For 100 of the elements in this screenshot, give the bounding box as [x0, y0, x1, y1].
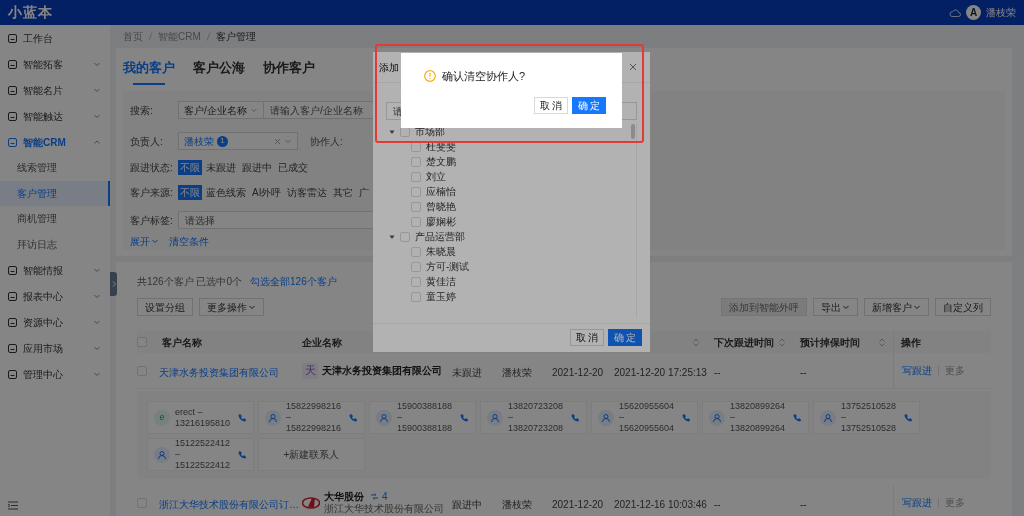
- filter-link[interactable]: 清空条件: [169, 233, 209, 249]
- contact-card[interactable]: 13820723208 – 13820723208: [480, 401, 587, 434]
- tab[interactable]: 客户公海: [193, 55, 245, 81]
- contact-card[interactable]: 15900388188 – 15900388188: [369, 401, 476, 434]
- sidebar-subitem[interactable]: 商机管理: [0, 206, 110, 232]
- checkbox[interactable]: [411, 156, 421, 167]
- phone-icon[interactable]: [571, 413, 580, 422]
- company-full-name: 浙江大华技术股份有限公司: [324, 502, 444, 515]
- filter-label: 负责人:: [130, 134, 164, 149]
- contact-label: 13820723208 – 13820723208: [508, 401, 565, 434]
- cloud-icon: [949, 7, 961, 18]
- close-icon[interactable]: [629, 63, 637, 71]
- phone-icon[interactable]: [682, 413, 691, 422]
- filter-option[interactable]: 已成交: [276, 159, 310, 175]
- user-avatar[interactable]: A: [966, 5, 981, 20]
- tree-item-label: 楚文鹏: [426, 155, 456, 169]
- dialog-button[interactable]: 取 消: [534, 96, 568, 114]
- filter-option[interactable]: 广: [357, 184, 372, 200]
- phone-icon[interactable]: [793, 413, 802, 422]
- caret-down-icon[interactable]: [389, 233, 395, 240]
- checkbox[interactable]: [411, 246, 421, 257]
- toolbar-button[interactable]: 更多操作: [199, 298, 264, 316]
- checkbox[interactable]: [400, 231, 410, 242]
- sort-icon[interactable]: [693, 337, 699, 347]
- customer-link[interactable]: 天津水务投资集团有限公司: [159, 366, 279, 378]
- filter-option[interactable]: 其它: [331, 184, 356, 200]
- sidebar-subitem[interactable]: 客户管理: [0, 180, 110, 206]
- sidebar-subitem[interactable]: 拜访日志: [0, 231, 110, 257]
- checkbox[interactable]: [411, 261, 421, 272]
- action-link[interactable]: 写跟进: [902, 363, 932, 378]
- sidebar-item[interactable]: 管理中心: [0, 361, 110, 387]
- new-contact-button[interactable]: +新建联系人: [258, 438, 365, 471]
- link-icon: [370, 492, 379, 501]
- select-all-link[interactable]: 勾选全部126个客户: [250, 273, 337, 289]
- square-icon: [8, 265, 17, 275]
- sidebar-item[interactable]: 智能CRM: [0, 129, 110, 155]
- sidebar-item[interactable]: 应用市场: [0, 335, 110, 361]
- square-icon: [8, 33, 17, 43]
- filter-option[interactable]: 不限: [178, 184, 202, 200]
- sort-icon[interactable]: [779, 337, 785, 347]
- filter-link[interactable]: 展开: [130, 233, 159, 249]
- phone-icon[interactable]: [238, 413, 247, 422]
- contact-label: 15122522412 – 15122522412: [175, 438, 232, 471]
- filter-option[interactable]: 访客雷达: [285, 184, 330, 200]
- sidebar-subitem[interactable]: 线索管理: [0, 155, 110, 181]
- contact-card[interactable]: 13752510528 – 13752510528: [813, 401, 920, 434]
- checkbox[interactable]: [411, 141, 421, 152]
- contact-card[interactable]: 15122522412 – 15122522412: [147, 438, 254, 471]
- collapse-handle[interactable]: [110, 272, 117, 296]
- search-type-select[interactable]: 客户/企业名称: [178, 101, 264, 119]
- owner-name: 潘枝荣: [502, 366, 532, 378]
- action-link[interactable]: 写跟进: [902, 495, 932, 510]
- contact-card[interactable]: 15822998216 – 15822998216: [258, 401, 365, 434]
- toolbar-button[interactable]: 导出: [813, 298, 858, 316]
- linked-count[interactable]: 4: [382, 490, 388, 503]
- sidebar-item[interactable]: 资源中心: [0, 309, 110, 335]
- user-name[interactable]: 潘枝荣: [986, 5, 1016, 20]
- sidebar-item[interactable]: 工作台: [0, 25, 110, 51]
- toolbar-button[interactable]: 新增客户: [864, 298, 929, 316]
- sidebar-item[interactable]: 智能情报: [0, 257, 110, 283]
- filter-option[interactable]: 未跟进: [204, 159, 238, 175]
- filter-option[interactable]: AI外呼: [250, 184, 284, 200]
- phone-icon[interactable]: [904, 413, 913, 422]
- filter-option[interactable]: 不限: [178, 159, 202, 175]
- sidebar-item[interactable]: 报表中心: [0, 283, 110, 309]
- contact-card[interactable]: 15620955604 – 15620955604: [591, 401, 698, 434]
- checkbox[interactable]: [411, 216, 421, 227]
- checkbox[interactable]: [411, 186, 421, 197]
- person-avatar-icon: [376, 409, 392, 426]
- chevron-down-icon: [93, 112, 101, 120]
- checkbox[interactable]: [411, 276, 421, 287]
- dialog-button[interactable]: 确 定: [608, 329, 642, 346]
- checkbox[interactable]: [411, 171, 421, 182]
- sort-icon[interactable]: [879, 337, 885, 347]
- checkbox[interactable]: [411, 291, 421, 302]
- filter-option[interactable]: 跟进中: [240, 159, 274, 175]
- phone-icon[interactable]: [238, 450, 247, 459]
- toolbar-button[interactable]: 设置分组: [137, 298, 193, 316]
- filter-option[interactable]: 蓝色线索: [204, 184, 248, 200]
- toolbar-button[interactable]: 自定义列: [935, 298, 991, 316]
- square-icon: [8, 343, 17, 353]
- caret-down-icon[interactable]: [389, 128, 395, 135]
- dialog-button[interactable]: 取 消: [570, 329, 604, 346]
- contact-card[interactable]: 13820899264 – 13820899264: [702, 401, 809, 434]
- tab[interactable]: 协作客户: [263, 55, 315, 81]
- customer-summary: 共126个客户 已选中0个: [137, 274, 243, 289]
- checkbox[interactable]: [411, 201, 421, 212]
- phone-icon[interactable]: [460, 413, 469, 422]
- sidebar-item[interactable]: 智能名片: [0, 77, 110, 103]
- phone-icon[interactable]: [349, 413, 358, 422]
- sidebar-item[interactable]: 智能触达: [0, 103, 110, 129]
- company-logo: 天: [302, 362, 318, 379]
- date-text: 2021-12-20 17:25:13: [614, 366, 707, 378]
- tree-item-label: 曾晓艳: [426, 200, 456, 214]
- customer-link[interactable]: 浙江大华技术股份有限公司订…: [159, 498, 299, 510]
- confirm-message: 确认清空协作人?: [442, 69, 526, 84]
- dialog-button[interactable]: 确 定: [572, 96, 606, 114]
- contact-card[interactable]: e erect – 13216195810: [147, 401, 254, 434]
- owner-select[interactable]: 潘枝荣 1: [178, 132, 298, 150]
- sidebar-item[interactable]: 智能拓客: [0, 51, 110, 77]
